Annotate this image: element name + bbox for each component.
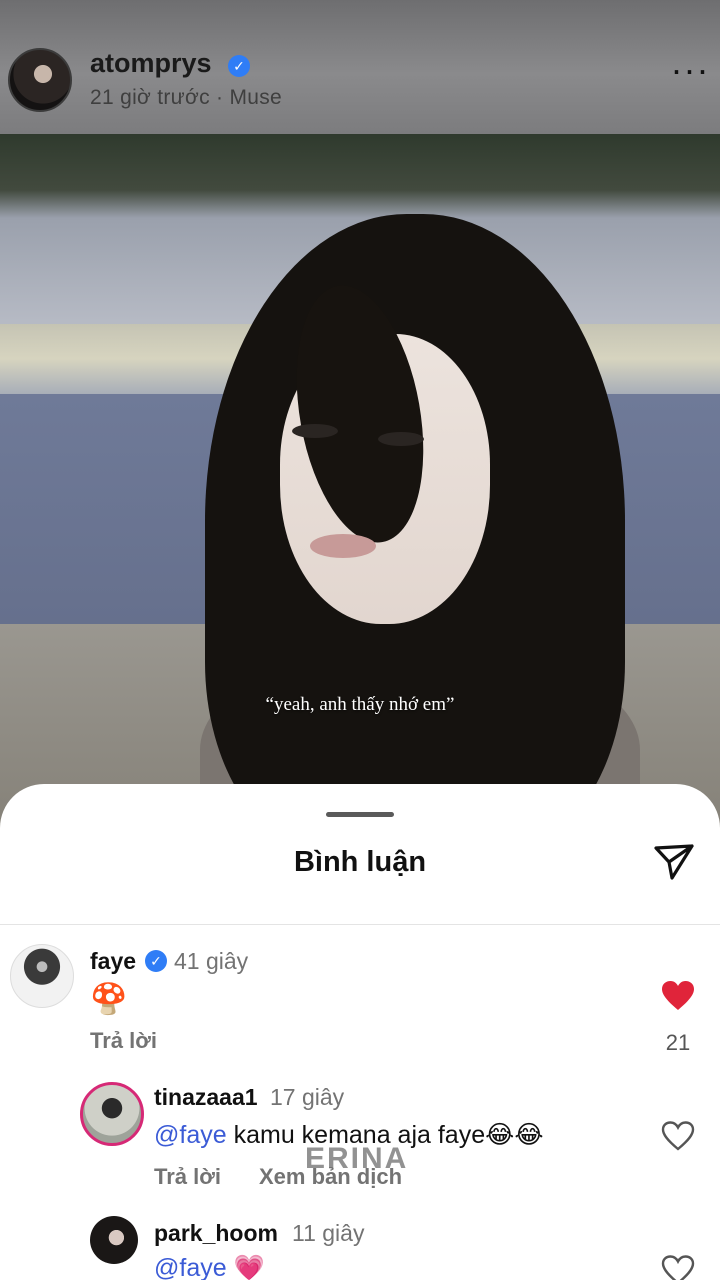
comment-username-faye[interactable]: faye <box>90 948 136 975</box>
comments-sheet: Bình luận faye ✓ 41 giây 🍄 Trả lời 21 ti… <box>0 784 720 1280</box>
post-username[interactable]: atomprys ✓ <box>90 48 250 79</box>
like-count: 21 <box>665 1030 691 1055</box>
watermark-text: ERINA <box>305 1142 409 1175</box>
comment-text-faye: 🍄 <box>90 983 128 1016</box>
photo-caption: “yeah, anh thấy nhớ em” <box>265 694 455 715</box>
comment-time-faye: 41 giây <box>174 948 249 974</box>
send-icon[interactable] <box>652 840 696 884</box>
comment-text-park_hoom: @faye 💗 <box>154 1254 265 1280</box>
more-options-icon[interactable]: ··· <box>670 52 710 96</box>
photo-subject-eye-left <box>292 424 338 438</box>
sheet-drag-handle[interactable] <box>326 812 394 817</box>
photo-subject-eye-right <box>378 432 424 446</box>
reply-button[interactable]: Trả lời <box>154 1164 221 1190</box>
profile-avatar[interactable] <box>8 48 72 112</box>
verified-badge-icon: ✓ <box>228 55 250 77</box>
comment-body: 💗 <box>226 1254 265 1280</box>
reply-button[interactable]: Trả lời <box>90 1028 157 1054</box>
comment-username-park_hoom[interactable]: park_hoom <box>154 1220 278 1247</box>
post-photo[interactable]: “yeah, anh thấy nhớ em” <box>0 134 720 834</box>
heart-outline-icon[interactable] <box>661 1254 695 1280</box>
sheet-divider <box>0 924 720 925</box>
comment-username-tinazaaa1[interactable]: tinazaaa1 <box>154 1084 258 1111</box>
mention-link[interactable]: @faye <box>154 1121 227 1149</box>
comment-avatar-faye[interactable] <box>10 944 74 1008</box>
comment-time-tinazaaa1: 17 giây <box>270 1084 345 1110</box>
post-username-text[interactable]: atomprys <box>90 48 212 78</box>
comment-avatar-tinazaaa1[interactable] <box>80 1082 144 1146</box>
post-header: atomprys ✓ 21 giờ trước · Muse ··· <box>0 0 720 134</box>
comment-time-park_hoom: 11 giây <box>292 1220 365 1246</box>
mention-link[interactable]: @faye <box>154 1254 227 1280</box>
comments-title: Bình luận <box>293 846 427 878</box>
photo-subject-lips <box>310 534 376 558</box>
post-subtitle: 21 giờ trước · Muse <box>90 86 283 109</box>
heart-filled-icon[interactable] <box>661 980 695 1012</box>
heart-outline-icon[interactable] <box>661 1120 695 1152</box>
comment-avatar-park_hoom[interactable] <box>90 1216 138 1264</box>
verified-badge-icon: ✓ <box>145 950 167 972</box>
